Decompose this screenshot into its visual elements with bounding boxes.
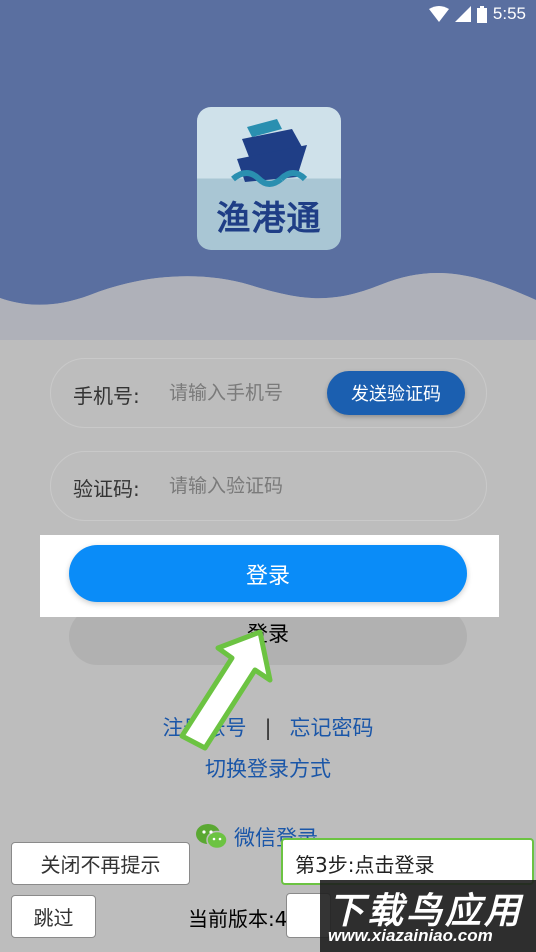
status-time: 5:55 [492,4,526,23]
wifi-icon [428,6,449,22]
login-button[interactable]: 登录 [69,545,467,602]
watermark-url: www.xiazainiao.com [328,926,493,945]
skip-button[interactable]: 跳过 [11,895,96,938]
phone-label: 手机号: [73,384,140,408]
code-label: 验证码: [73,477,140,501]
phone-field: 手机号: 发送验证码 [50,358,487,428]
forgot-password-link[interactable]: 忘记密码 [290,716,374,740]
signal-icon [454,6,471,22]
watermark: 下载鸟应用 www.xiazainiao.com [320,880,536,952]
logo-text: 渔港通 [216,199,322,239]
step-tip: 第3步:点击登录 [281,838,534,885]
code-field: 验证码: [50,451,487,521]
ship-icon [231,119,308,187]
close-tip-button[interactable]: 关闭不再提示 [11,842,190,885]
tutorial-arrow-icon [179,629,273,751]
send-code-button[interactable]: 发送验证码 [327,371,465,415]
app-logo: 渔港通 [197,107,341,250]
code-input[interactable] [169,468,369,504]
battery-icon [476,5,487,23]
wechat-icon [196,824,228,850]
status-bar: 5:55 [0,0,536,30]
